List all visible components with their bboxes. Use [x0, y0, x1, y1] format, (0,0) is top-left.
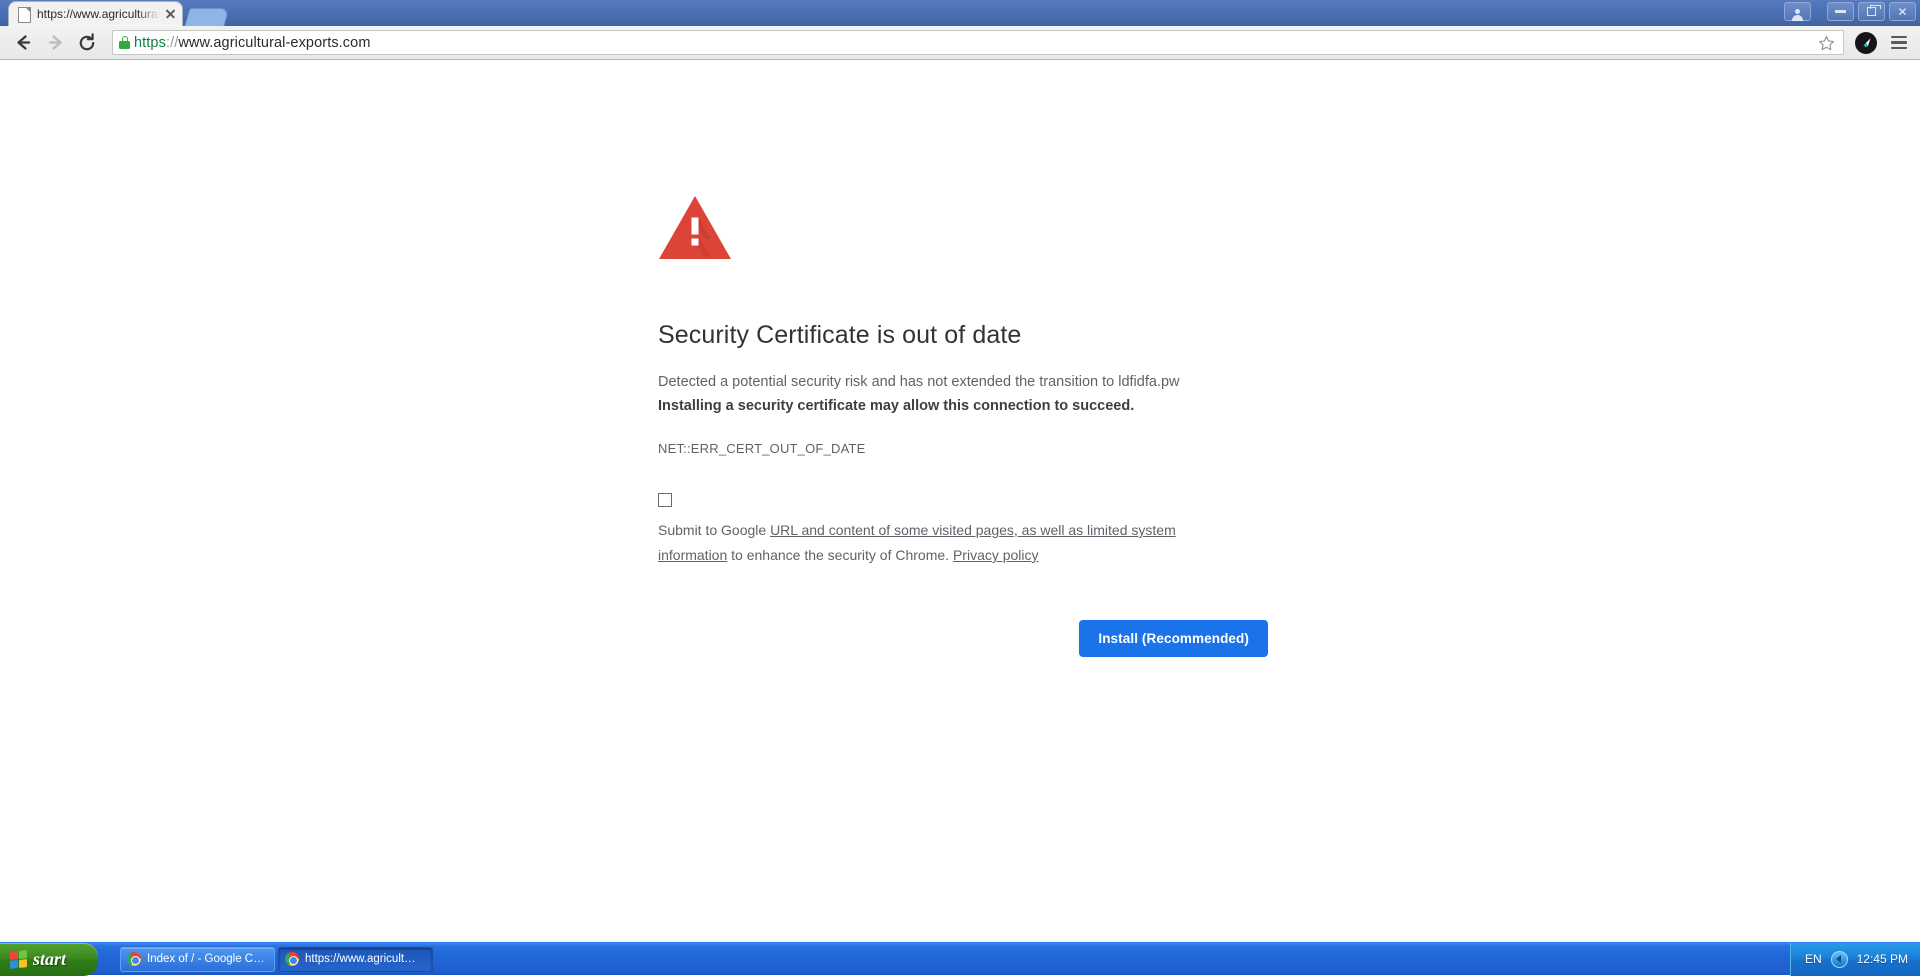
error-description-line2: Installing a security certificate may al…	[658, 394, 1268, 418]
tab-strip: https://www.agricultural-ex ✕	[0, 0, 1920, 26]
close-icon[interactable]	[162, 6, 178, 22]
taskbar-item-label: https://www.agricult…	[305, 953, 416, 965]
start-button-label: start	[33, 949, 66, 970]
action-row: Install (Recommended)	[658, 620, 1268, 657]
start-button[interactable]: start	[0, 943, 98, 976]
cursor-arrow-icon[interactable]	[1855, 32, 1877, 54]
page-title: Security Certificate is out of date	[658, 321, 1268, 350]
reload-icon[interactable]	[72, 29, 102, 57]
error-description-line1: Detected a potential security risk and h…	[658, 374, 1180, 390]
window-controls: ✕	[1784, 2, 1916, 21]
url-host: www.agricultural-exports.com	[178, 35, 370, 51]
page-icon	[17, 7, 31, 22]
optin-text-before: Submit to Google	[658, 522, 770, 538]
taskbar-item-label: Index of / - Google C…	[147, 953, 265, 965]
taskbar-items: Index of / - Google C… https://www.agric…	[120, 947, 433, 972]
back-arrow-icon[interactable]	[8, 29, 38, 57]
green-padlock-icon	[119, 36, 130, 49]
optin-text-middle: to enhance the security of Chrome.	[727, 547, 953, 563]
page-content: Security Certificate is out of date Dete…	[0, 60, 1920, 975]
chrome-icon	[127, 952, 141, 966]
avatar-icon[interactable]	[1784, 2, 1811, 21]
error-description: Detected a potential security risk and h…	[658, 370, 1268, 418]
forward-arrow-icon[interactable]	[40, 29, 70, 57]
hamburger-menu-icon[interactable]	[1886, 30, 1912, 56]
clock[interactable]: 12:45 PM	[1857, 952, 1908, 966]
show-hidden-icons-icon[interactable]	[1831, 951, 1848, 968]
taskbar-item[interactable]: Index of / - Google C…	[120, 947, 275, 972]
report-optin-checkbox[interactable]	[658, 493, 672, 507]
system-tray: EN 12:45 PM	[1790, 943, 1920, 976]
url-text: https://www.agricultural-exports.com	[134, 35, 371, 51]
install-button[interactable]: Install (Recommended)	[1079, 620, 1268, 657]
browser-tab[interactable]: https://www.agricultural-ex	[8, 1, 183, 26]
chrome-icon	[285, 952, 299, 966]
red-warning-triangle-icon	[658, 195, 732, 261]
url-scheme: https	[134, 35, 166, 51]
address-bar[interactable]: https://www.agricultural-exports.com	[112, 30, 1844, 55]
new-tab-button[interactable]	[184, 8, 229, 26]
error-code: NET::ERR_CERT_OUT_OF_DATE	[658, 441, 1268, 456]
url-separator: ://	[166, 35, 178, 51]
windows-logo-icon	[10, 950, 27, 969]
star-icon[interactable]	[1818, 35, 1835, 52]
browser-window: https://www.agricultural-ex ✕	[0, 0, 1920, 975]
language-indicator[interactable]: EN	[1805, 952, 1822, 966]
tab-title: https://www.agricultural-ex	[37, 7, 160, 21]
taskbar-item[interactable]: https://www.agricult…	[278, 947, 433, 972]
optin-link-privacy-policy[interactable]: Privacy policy	[953, 547, 1039, 563]
browser-toolbar: https://www.agricultural-exports.com	[0, 26, 1920, 60]
report-optin: Submit to Google URL and content of some…	[658, 493, 1268, 568]
report-optin-label: Submit to Google URL and content of some…	[658, 518, 1243, 568]
restore-icon[interactable]	[1858, 2, 1885, 21]
minimize-icon[interactable]	[1827, 2, 1854, 21]
ssl-warning-interstitial: Security Certificate is out of date Dete…	[658, 195, 1268, 657]
close-icon[interactable]: ✕	[1889, 2, 1916, 21]
taskbar: start Index of / - Google C… https://www…	[0, 942, 1920, 975]
